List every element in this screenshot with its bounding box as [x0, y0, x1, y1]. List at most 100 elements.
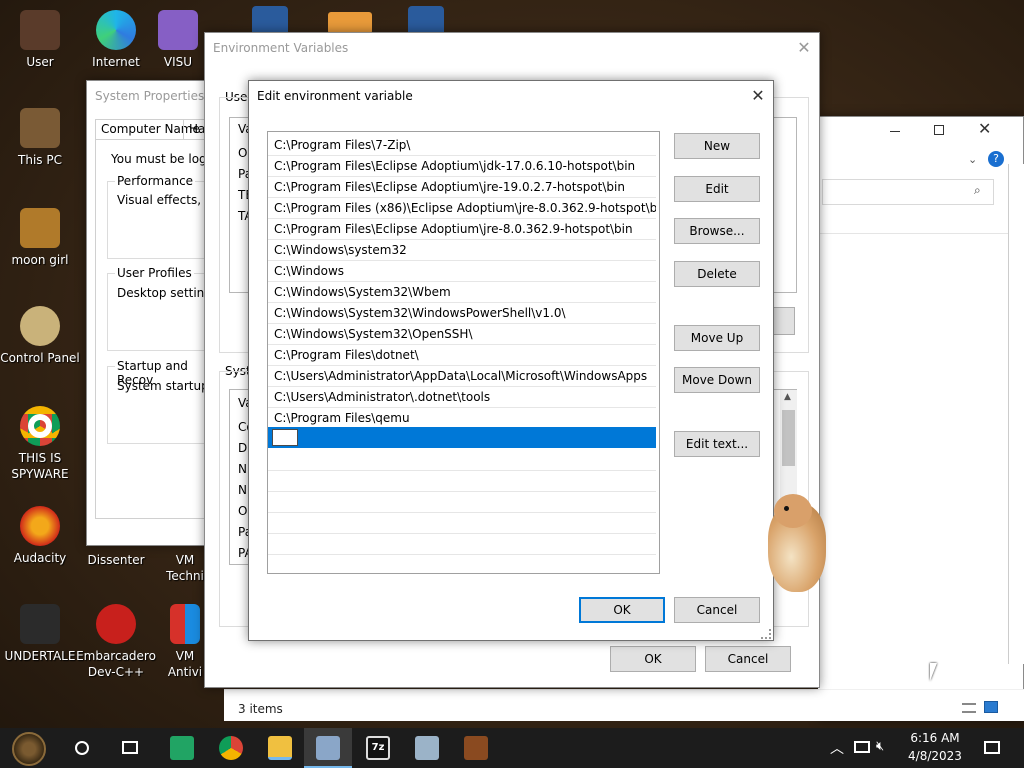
explorer-status-text: 3 items	[238, 702, 283, 716]
resize-grip-icon[interactable]	[761, 629, 771, 639]
desktop-icon-chrome[interactable]: THIS IS SPYWARE	[0, 406, 80, 482]
desktop-icon-undertale[interactable]: UNDERTALE	[0, 604, 80, 664]
hamster-pet-image[interactable]	[762, 494, 830, 592]
search-box[interactable]	[822, 179, 994, 205]
winrar-icon[interactable]	[464, 736, 488, 760]
entry-edit-input[interactable]	[272, 429, 298, 446]
show-hidden-icons-chevron-icon[interactable]: ︿	[830, 738, 844, 758]
close-icon[interactable]: ✕	[743, 81, 773, 111]
edit-text-button[interactable]: Edit text...	[674, 431, 760, 457]
cancel-button[interactable]: Cancel	[674, 597, 760, 623]
desktop-icon-label: User	[26, 55, 54, 69]
network-icon[interactable]	[854, 741, 870, 753]
empty-row[interactable]	[268, 450, 656, 471]
desktop-icon-user[interactable]: User	[0, 10, 80, 70]
large-icons-view-icon[interactable]	[984, 701, 998, 713]
start-button-icon[interactable]	[12, 732, 46, 766]
desktop-icon-label: Embarcadero Dev-C++	[76, 649, 156, 679]
visual-studio-icon	[158, 10, 198, 50]
chrome-icon	[20, 406, 60, 446]
list-item[interactable]: C:\Program Files (x86)\Eclipse Adoptium\…	[268, 198, 656, 219]
details-view-icon[interactable]	[962, 703, 976, 713]
list-item[interactable]: C:\Windows	[268, 261, 656, 282]
list-item[interactable]: C:\Users\Administrator\AppData\Local\Mic…	[268, 366, 656, 387]
desktop-icon-dev-cpp[interactable]: Embarcadero Dev-C++	[76, 604, 156, 680]
sheets-app-icon[interactable]	[170, 736, 194, 760]
list-item[interactable]: C:\Windows\System32\OpenSSH\	[268, 324, 656, 345]
list-item[interactable]: C:\Program Files\dotnet\	[268, 345, 656, 366]
maximize-icon[interactable]	[934, 125, 944, 135]
list-item[interactable]: C:\Program Files\qemu	[268, 408, 656, 429]
list-item[interactable]: C:\Users\Administrator\.dotnet\tools	[268, 387, 656, 408]
desktop-icon-label: VISU	[163, 55, 193, 69]
list-item[interactable]: C:\Program Files\7-Zip\	[268, 135, 656, 156]
dev-cpp-icon	[96, 604, 136, 644]
desktop-icon-label: VM Antivi	[167, 649, 203, 679]
hamster-eye	[784, 506, 789, 511]
list-item[interactable]: C:\Program Files\Eclipse Adoptium\jdk-17…	[268, 156, 656, 177]
taskbar: 7z ︿ 🔇︎ 6:16 AM 4/8/2023	[0, 728, 1024, 768]
clock-time[interactable]: 6:16 AM	[900, 731, 970, 745]
desktop-icon-label: Internet	[92, 55, 140, 69]
env-cancel-button[interactable]: Cancel	[705, 646, 791, 672]
scroll-up-arrow-icon[interactable]: ▲	[784, 392, 791, 402]
cortana-search-icon[interactable]	[75, 741, 89, 755]
computer-icon	[20, 108, 60, 148]
desktop-icon-vm-antivirus[interactable]: VM Antivi	[160, 604, 210, 680]
list-item[interactable]: C:\Windows\System32\Wbem	[268, 282, 656, 303]
selected-list-item[interactable]	[268, 427, 656, 448]
desktop-icon-label: THIS IS SPYWARE	[11, 451, 69, 481]
desktop-icon-audacity[interactable]: Audacity	[0, 506, 80, 566]
desktop-icon-dissenter[interactable]: Dissenter	[76, 552, 156, 568]
scroll-thumb[interactable]	[782, 410, 795, 466]
notifications-icon[interactable]	[984, 741, 1000, 754]
close-icon[interactable]: ✕	[978, 119, 991, 138]
control-panel-taskbar-icon[interactable]	[415, 736, 439, 760]
unity-icon	[20, 604, 60, 644]
active-app-highlight[interactable]	[304, 728, 352, 768]
empty-row[interactable]	[268, 513, 656, 534]
move-down-button[interactable]: Move Down	[674, 367, 760, 393]
env-ok-button[interactable]: OK	[610, 646, 696, 672]
window-title: Environment Variables	[213, 41, 349, 55]
task-view-icon[interactable]	[122, 741, 138, 754]
edge-browser-icon	[96, 10, 136, 50]
desktop-icon-visual-studio[interactable]: VISU	[148, 10, 208, 70]
move-up-button[interactable]: Move Up	[674, 325, 760, 351]
edit-button[interactable]: Edit	[674, 176, 760, 202]
7zip-icon[interactable]: 7z	[366, 736, 390, 760]
chevron-down-icon[interactable]: ⌄	[968, 153, 977, 166]
desktop-icon-label: This PC	[18, 153, 62, 167]
list-item[interactable]: C:\Program Files\Eclipse Adoptium\jre-19…	[268, 177, 656, 198]
file-explorer-icon[interactable]	[268, 736, 292, 760]
desktop-icon-moon-girl[interactable]: moon girl	[0, 208, 80, 268]
path-entries-list[interactable]: C:\Program Files\7-Zip\ C:\Program Files…	[267, 131, 660, 574]
desktop-icon-vm-technician[interactable]: VM Techni	[160, 552, 210, 584]
clock-date[interactable]: 4/8/2023	[900, 749, 970, 763]
empty-row[interactable]	[268, 492, 656, 513]
list-item[interactable]: C:\Windows\System32\WindowsPowerShell\v1…	[268, 303, 656, 324]
search-icon: ⌕	[974, 183, 981, 197]
app-icon[interactable]	[328, 12, 372, 34]
desktop-icon-this-pc[interactable]: This PC	[0, 108, 80, 168]
list-item[interactable]: C:\Program Files\Eclipse Adoptium\jre-8.…	[268, 219, 656, 240]
empty-row[interactable]	[268, 471, 656, 492]
ok-button[interactable]: OK	[579, 597, 665, 623]
close-icon[interactable]: ✕	[789, 33, 819, 63]
minimize-icon[interactable]	[890, 131, 900, 132]
file-explorer-window: ✕ ⌄ ? ⌕	[224, 116, 1024, 721]
image-file-icon	[20, 208, 60, 248]
new-button[interactable]: New	[674, 133, 760, 159]
desktop-icon-internet[interactable]: Internet	[76, 10, 156, 70]
dialog-title: Edit environment variable	[257, 89, 413, 103]
list-item[interactable]: C:\Windows\system32	[268, 240, 656, 261]
desktop-icon-label: Control Panel	[0, 351, 80, 365]
delete-button[interactable]: Delete	[674, 261, 760, 287]
desktop-icon-control-panel[interactable]: Control Panel	[0, 306, 80, 366]
empty-row[interactable]	[268, 534, 656, 555]
help-icon[interactable]: ?	[988, 151, 1004, 167]
chrome-icon[interactable]	[219, 736, 243, 760]
desktop-icon-label: UNDERTALE	[4, 649, 76, 663]
volume-muted-icon[interactable]: 🔇︎	[876, 739, 884, 754]
browse-button[interactable]: Browse...	[674, 218, 760, 244]
